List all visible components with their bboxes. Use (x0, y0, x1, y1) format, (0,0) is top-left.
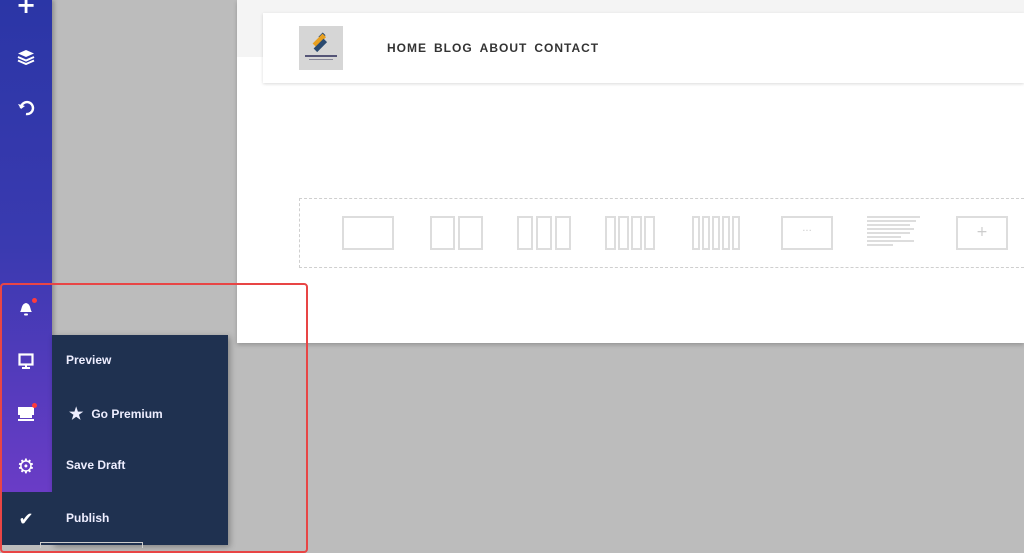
check-icon[interactable]: ✔ (0, 504, 52, 534)
layout-5-columns[interactable] (692, 216, 740, 250)
nav-about[interactable]: ABOUT (480, 41, 528, 55)
layout-add[interactable]: + (956, 216, 1008, 250)
layout-3-columns[interactable] (517, 216, 571, 250)
gear-icon[interactable]: ⚙ (0, 451, 52, 481)
undo-icon[interactable] (0, 93, 52, 123)
publish-row[interactable]: ✔ (0, 492, 228, 545)
bell-icon[interactable] (0, 293, 52, 323)
site-header[interactable]: HOME BLOG ABOUT CONTACT (263, 13, 1024, 83)
star-icon: ★ (69, 406, 84, 423)
go-premium-item[interactable]: ★ Go Premium (69, 404, 163, 424)
nav-blog[interactable]: BLOG (434, 41, 473, 55)
layout-1-column[interactable] (342, 216, 394, 250)
save-draft-item[interactable]: Save Draft (66, 458, 125, 472)
layers-icon[interactable] (0, 42, 52, 72)
notification-dot (32, 298, 37, 303)
layout-4-columns[interactable] (605, 216, 655, 250)
canvas-page: HOME BLOG ABOUT CONTACT ··· + (237, 0, 1024, 343)
publish-item[interactable]: Publish (66, 511, 109, 525)
store-icon[interactable] (0, 399, 52, 429)
site-logo[interactable] (299, 26, 343, 70)
nav-contact[interactable]: CONTACT (534, 41, 599, 55)
plus-icon[interactable]: + (0, 0, 52, 20)
editor-sidebar: + ⚙ (0, 0, 52, 492)
site-nav: HOME BLOG ABOUT CONTACT (387, 41, 599, 55)
layout-2-columns[interactable] (430, 216, 483, 250)
layout-custom[interactable]: ··· (781, 216, 833, 250)
notification-dot (32, 403, 37, 408)
layout-picker: ··· + (299, 198, 1024, 268)
go-premium-label: Go Premium (91, 407, 163, 421)
preview-item[interactable]: Preview (66, 353, 111, 367)
bottom-field (40, 542, 143, 548)
monitor-icon[interactable] (0, 346, 52, 376)
nav-home[interactable]: HOME (387, 41, 427, 55)
layout-text[interactable] (867, 216, 920, 250)
